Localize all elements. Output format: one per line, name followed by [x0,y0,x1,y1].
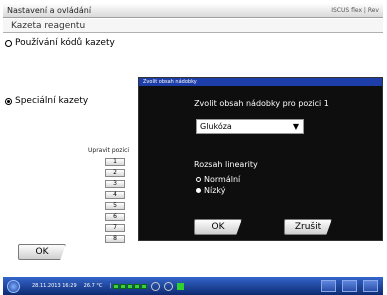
radio-selected-icon[interactable] [196,188,201,193]
brand-logo: ISCUS flex | Rev [331,7,379,14]
position-button-4[interactable]: 4 [105,191,125,199]
status-green-icon [177,282,185,290]
tray-settings-icon[interactable] [342,280,357,292]
linearity-option-low[interactable]: Nízký [196,186,226,195]
radio-selected-icon[interactable] [5,97,12,105]
position-button-6[interactable]: 6 [105,213,125,221]
radio-icon[interactable] [5,39,12,47]
window-titlebar: Nastavení a ovládání ISCUS flex | Rev [3,3,383,18]
taskbar-date: 28.11.2013 16:29 [32,283,77,289]
linearity-option-normal[interactable]: Normální [196,175,240,184]
window-title: Nastavení a ovládání [7,6,92,15]
linearity-low-label: Nízký [204,186,226,195]
circle-icon [151,281,161,291]
position-button-8[interactable]: 8 [105,235,125,243]
tray-window-icon[interactable] [363,280,378,292]
code-cassettes-label: Používání kódů kazety [15,38,115,48]
content-dialog: Zvolit obsah nádobky Zvolit obsah nádobk… [138,77,383,241]
start-icon[interactable] [7,279,20,293]
dialog-title: Zvolit obsah nádobky [139,78,382,86]
ok-button[interactable]: OK [18,244,66,260]
special-cassettes-option[interactable]: Speciální kazety [5,96,88,106]
position-button-2[interactable]: 2 [105,169,125,177]
status-indicators-icon [113,283,148,289]
position-button-3[interactable]: 3 [105,180,125,188]
dialog-heading: Zvolit obsah nádobky pro pozici 1 [194,99,329,108]
special-cassettes-label: Speciální kazety [15,96,89,106]
tray-network-icon[interactable] [321,280,336,292]
taskbar-separator: | [109,283,112,289]
circle-icon [164,281,174,291]
position-button-7[interactable]: 7 [105,224,125,232]
linearity-normal-label: Normální [204,175,241,184]
chevron-down-icon[interactable]: ▼ [293,120,299,133]
position-button-1[interactable]: 1 [105,158,125,166]
content-select-value: Glukóza [200,122,232,131]
section-title: Kazeta reagentu [3,19,383,33]
code-cassettes-option[interactable]: Používání kódů kazety [5,38,115,48]
dialog-ok-button[interactable]: OK [194,219,242,235]
content-select[interactable]: Glukóza ▼ [196,119,304,134]
linearity-label: Rozsah linearity [194,160,258,169]
position-button-5[interactable]: 5 [105,202,125,210]
taskbar: 28.11.2013 16:29 26.7 °C | [3,277,383,295]
edit-position-label: Upravit pozici [88,147,130,154]
radio-icon[interactable] [196,177,201,182]
dialog-cancel-button[interactable]: Zrušit [284,219,332,235]
taskbar-temperature: 26.7 °C [83,283,103,289]
